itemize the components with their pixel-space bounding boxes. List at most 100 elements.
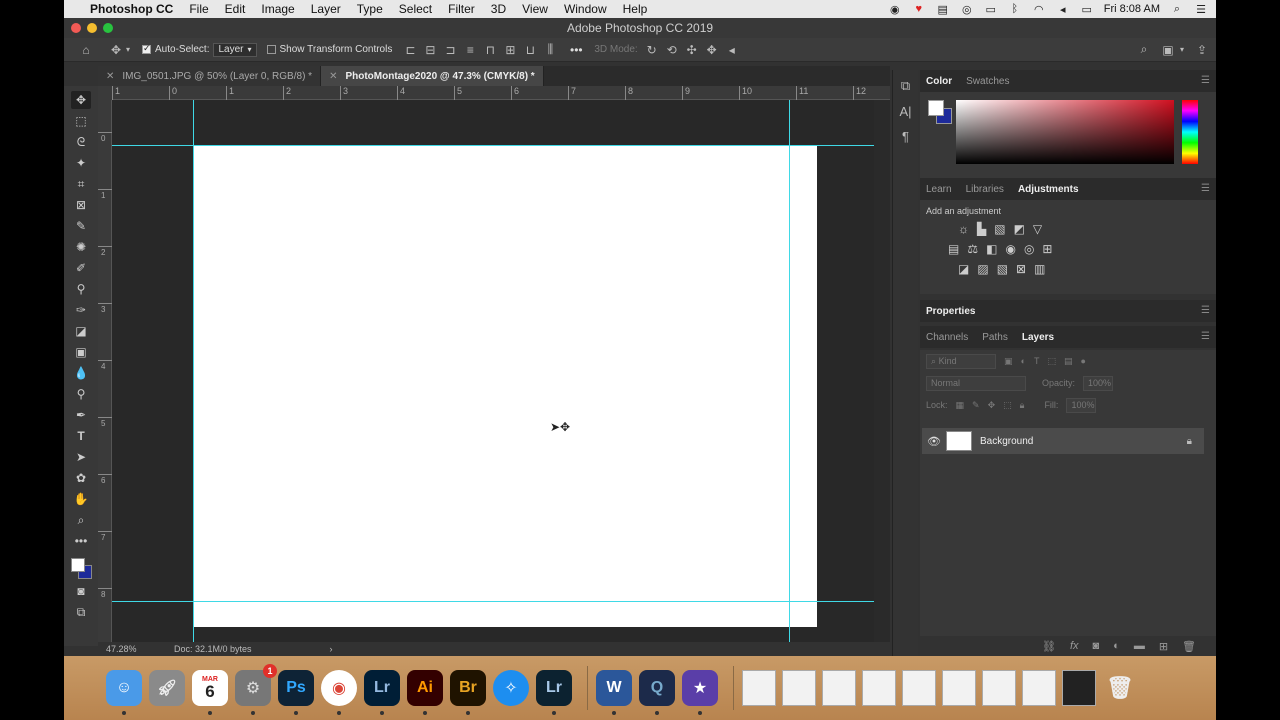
lock-icon[interactable]: 🔒︎ xyxy=(1187,436,1192,447)
recent-document-thumbnail[interactable] xyxy=(982,670,1016,706)
layer-name[interactable]: Background xyxy=(980,436,1033,447)
layer-row[interactable]: 👁︎ Background 🔒︎ xyxy=(922,428,1204,454)
posterize-icon[interactable]: ▨ xyxy=(977,262,988,276)
character-panel-icon[interactable]: A| xyxy=(899,104,911,119)
menu-help[interactable]: Help xyxy=(623,2,648,16)
recent-document-thumbnail[interactable] xyxy=(902,670,936,706)
align-right-icon[interactable]: ⊐ xyxy=(442,42,458,58)
tab-img-0501[interactable]: ✕ IMG_0501.JPG @ 50% (Layer 0, RGB/8) * xyxy=(98,66,322,86)
chrome-icon[interactable]: ◉ xyxy=(321,670,357,715)
lightroom-classic-icon[interactable]: Lr xyxy=(536,670,572,715)
layer-thumbnail[interactable] xyxy=(946,431,972,451)
record-icon[interactable]: ◉ xyxy=(888,3,902,16)
new-group-icon[interactable]: ▬ xyxy=(1134,640,1145,652)
move-tool-preset-icon[interactable]: ✥ xyxy=(108,42,124,58)
hand-tool-icon[interactable]: ✋ xyxy=(71,490,91,508)
tab-paths[interactable]: Paths xyxy=(982,332,1008,343)
align-middle-icon[interactable]: ⊞ xyxy=(502,42,518,58)
filter-toggle-icon[interactable]: ● xyxy=(1080,356,1085,366)
canvas[interactable] xyxy=(193,145,817,627)
hue-slider[interactable] xyxy=(1182,100,1198,164)
recent-document-thumbnail[interactable] xyxy=(822,670,856,706)
paragraph-panel-icon[interactable]: ¶ xyxy=(902,129,909,144)
gradient-tool-icon[interactable]: ▣ xyxy=(71,343,91,361)
path-selection-tool-icon[interactable]: ➤ xyxy=(71,448,91,466)
exposure-icon[interactable]: ◩ xyxy=(1014,222,1025,236)
levels-icon[interactable]: ▙ xyxy=(977,222,986,236)
auto-select-dropdown[interactable]: Layer ▾ xyxy=(213,42,257,57)
recent-document-thumbnail[interactable] xyxy=(942,670,976,706)
properties-panel-header[interactable]: Properties ☰ xyxy=(920,300,1216,322)
tab-photomontage[interactable]: ✕ PhotoMontage2020 @ 47.3% (CMYK/8) * xyxy=(321,66,544,86)
brush-tool-icon[interactable]: ✐ xyxy=(71,259,91,277)
delete-layer-icon[interactable]: 🗑︎ xyxy=(1182,640,1196,653)
tab-color[interactable]: Color xyxy=(926,76,952,87)
vibrance-icon[interactable]: ▽ xyxy=(1033,222,1042,236)
marquee-tool-icon[interactable]: ⬚ xyxy=(71,112,91,130)
channel-mixer-icon[interactable]: ◎ xyxy=(1024,242,1034,256)
threshold-icon[interactable]: ▧ xyxy=(997,262,1008,276)
ruler-origin[interactable] xyxy=(98,86,112,100)
search-icon[interactable]: ⌕ xyxy=(1136,42,1152,58)
lock-transparent-icon[interactable]: ▦ xyxy=(956,400,965,411)
edit-toolbar-icon[interactable]: ••• xyxy=(71,532,91,550)
minimize-window-button[interactable] xyxy=(87,23,97,33)
distribute-icon[interactable]: ≡ xyxy=(462,42,478,58)
creative-cloud-icon[interactable]: ◎ xyxy=(960,3,974,16)
tab-learn[interactable]: Learn xyxy=(926,184,952,195)
wifi-icon[interactable]: ◠ xyxy=(1032,3,1046,16)
history-panel-icon[interactable]: ⧉ xyxy=(901,78,910,94)
dodge-tool-icon[interactable]: ⚲ xyxy=(71,385,91,403)
distribute-vertical-icon[interactable]: ⫼ xyxy=(542,42,558,58)
new-adjustment-icon[interactable]: ◐ xyxy=(1113,640,1120,652)
clone-stamp-tool-icon[interactable]: ⚲ xyxy=(71,280,91,298)
guide-vertical[interactable] xyxy=(789,100,790,642)
recent-document-thumbnail[interactable] xyxy=(742,670,776,706)
safari-icon[interactable]: ✧ xyxy=(493,670,529,706)
menu-type[interactable]: Type xyxy=(357,2,383,16)
tab-swatches[interactable]: Swatches xyxy=(966,76,1009,87)
type-tool-icon[interactable]: T xyxy=(71,427,91,445)
imovie-icon[interactable]: ★ xyxy=(682,670,718,715)
vertical-ruler[interactable]: 0 1 2 3 4 5 6 7 8 xyxy=(98,100,112,642)
spotlight-search-icon[interactable]: ⌕ xyxy=(1170,3,1184,15)
recent-document-thumbnail[interactable] xyxy=(1062,670,1096,706)
menu-view[interactable]: View xyxy=(522,2,548,16)
curves-icon[interactable]: ▧ xyxy=(994,222,1005,236)
menu-select[interactable]: Select xyxy=(399,2,432,16)
eraser-tool-icon[interactable]: ◪ xyxy=(71,322,91,340)
orbit-3d-icon[interactable]: ↻ xyxy=(644,42,660,58)
color-field[interactable] xyxy=(956,100,1174,164)
zoom-window-button[interactable] xyxy=(103,23,113,33)
pasteboard[interactable] xyxy=(112,100,874,642)
opacity-input[interactable]: 100% xyxy=(1083,375,1114,391)
bluetooth-icon[interactable]: ᛒ xyxy=(1008,3,1022,15)
selective-color-icon[interactable]: ⊠ xyxy=(1016,262,1026,276)
color-balance-icon[interactable]: ⚖ xyxy=(967,242,978,256)
menu-edit[interactable]: Edit xyxy=(225,2,246,16)
foreground-color-swatch[interactable] xyxy=(928,100,944,116)
color-lookup-icon[interactable]: ⊞ xyxy=(1042,242,1052,256)
recent-document-thumbnail[interactable] xyxy=(1022,670,1056,706)
shape-tool-icon[interactable]: ✿ xyxy=(71,469,91,487)
tab-adjustments[interactable]: Adjustments xyxy=(1018,184,1079,195)
auto-select-checkbox[interactable] xyxy=(142,43,151,54)
vertical-scrollbar[interactable] xyxy=(874,100,890,642)
filter-pixel-icon[interactable]: ▣ xyxy=(1004,356,1013,367)
bridge-icon[interactable]: Br xyxy=(450,670,486,715)
align-left-icon[interactable]: ⊏ xyxy=(402,42,418,58)
layer-style-icon[interactable]: fx xyxy=(1070,640,1079,652)
menu-filter[interactable]: Filter xyxy=(448,2,475,16)
airplay-icon[interactable]: ▭ xyxy=(984,3,998,16)
blend-mode-dropdown[interactable]: Normal xyxy=(926,375,1026,391)
align-top-icon[interactable]: ⊓ xyxy=(482,42,498,58)
align-center-icon[interactable]: ⊟ xyxy=(422,42,438,58)
show-transform-checkbox[interactable] xyxy=(266,45,276,54)
recent-document-thumbnail[interactable] xyxy=(862,670,896,706)
eyedropper-tool-icon[interactable]: ✎ xyxy=(71,217,91,235)
menu-layer[interactable]: Layer xyxy=(311,2,341,16)
lock-artboard-icon[interactable]: ⬚ xyxy=(1003,400,1012,411)
panel-menu-icon[interactable]: ☰ xyxy=(1201,183,1210,194)
lasso-tool-icon[interactable]: ᘓ xyxy=(71,133,91,151)
zoom-level[interactable]: 47.28% xyxy=(106,644,166,654)
